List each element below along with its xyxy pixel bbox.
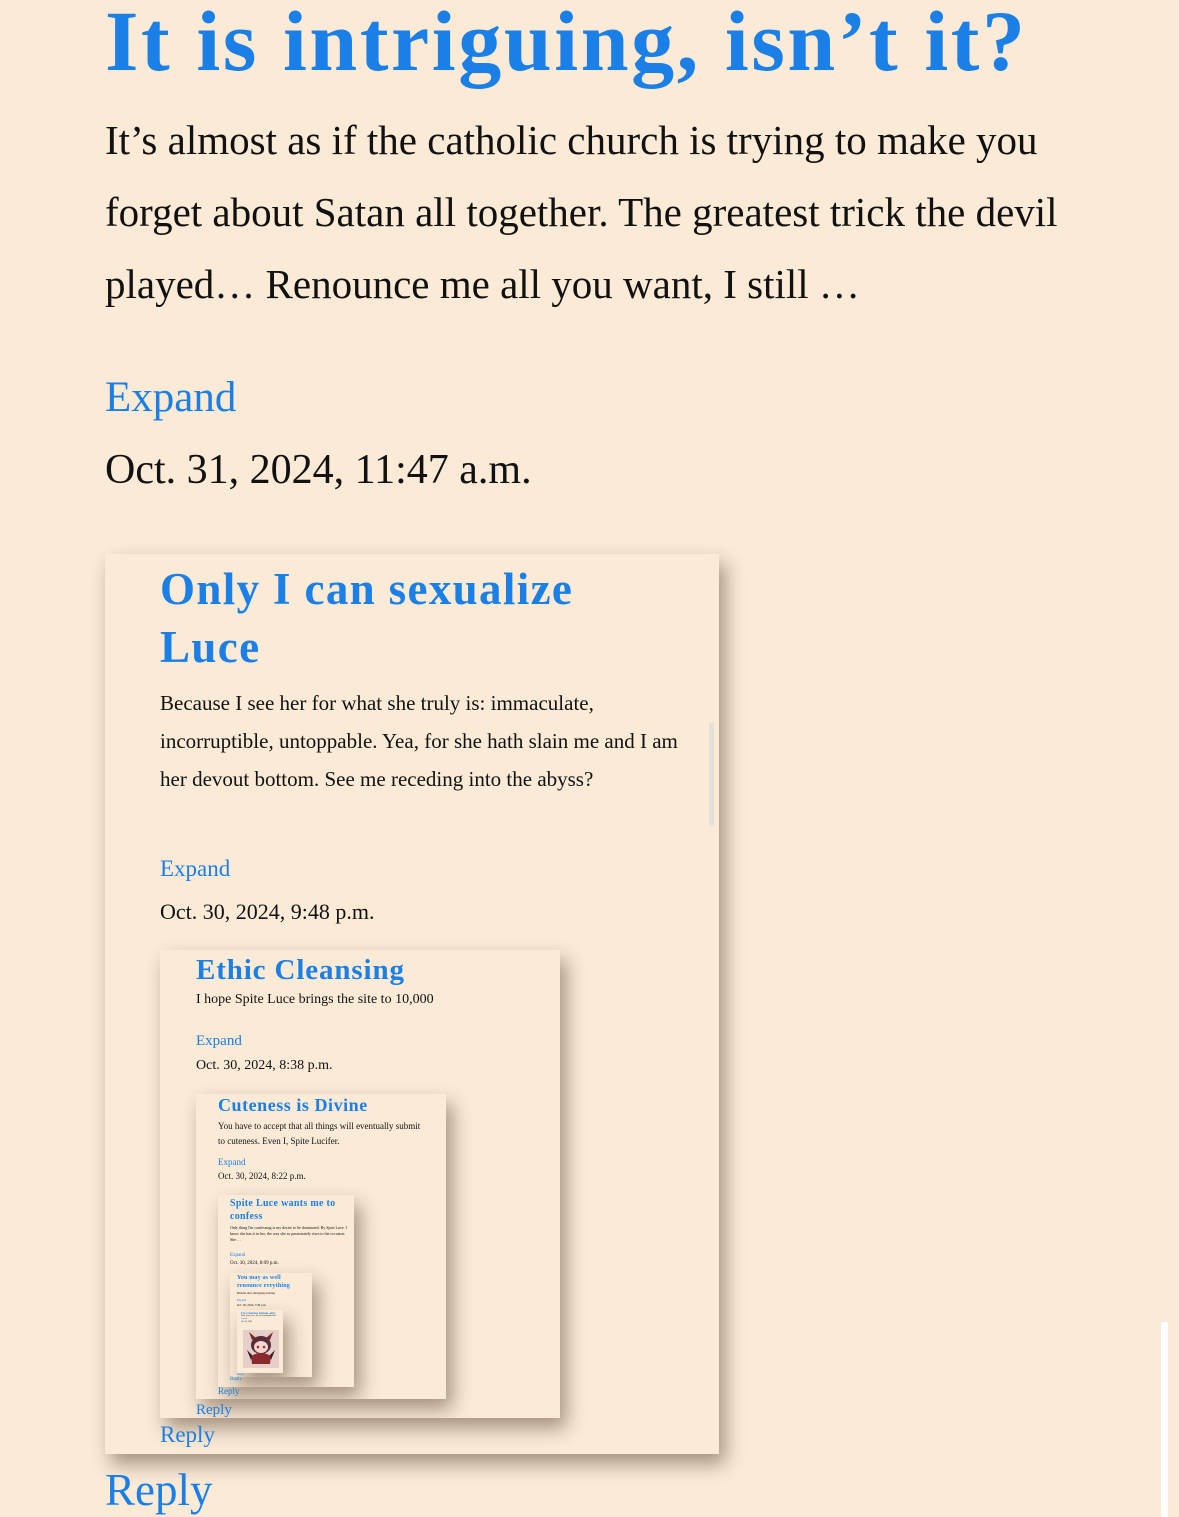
expand-link[interactable]: Expand xyxy=(160,856,230,882)
reply-link[interactable]: Reply xyxy=(105,1462,213,1517)
scrollbar[interactable] xyxy=(709,722,714,826)
post-title[interactable]: It is intriguing, isn’t it? xyxy=(105,0,1155,84)
reply-date: Oct. 30, 2024, 8:09 p.m. xyxy=(230,1261,279,1266)
reply-post-5: You may as well renounce evrything Besid… xyxy=(237,1274,309,1307)
reply-frame-level-2[interactable]: Ethic Cleansing I hope Spite Luce brings… xyxy=(160,950,560,1418)
reply-frame-level-3[interactable]: Cuteness is Divine You have to accept th… xyxy=(196,1094,446,1399)
post-date: Oct. 31, 2024, 11:47 a.m. xyxy=(105,447,532,493)
reply-link[interactable]: Reply xyxy=(230,1377,242,1382)
reply-frame-level-5[interactable]: You may as well renounce evrything Besid… xyxy=(230,1273,312,1377)
reply-date: Oct. 30, 2024, 7:49 p.m. xyxy=(237,1303,267,1307)
expand-link[interactable]: Expand xyxy=(230,1253,245,1258)
reply-title[interactable]: Spite Luce wants me to confess xyxy=(230,1197,350,1223)
reply-post-6: I'm a fearless bottom, ain't Don't you s… xyxy=(241,1311,281,1324)
reply-title[interactable]: Only I can sexualize Luce xyxy=(160,560,640,676)
reply-title[interactable]: Ethic Cleansing xyxy=(196,952,546,988)
reply-date: Oct. 30, 2024 xyxy=(241,1321,252,1323)
reply-date: Oct. 30, 2024, 8:22 p.m. xyxy=(218,1171,306,1181)
post-body: It’s almost as if the catholic church is… xyxy=(105,117,1058,307)
reply-frame-level-1[interactable]: Only I can sexualize Luce Because I see … xyxy=(105,554,719,1454)
reply-date: Oct. 30, 2024, 8:38 p.m. xyxy=(196,1058,333,1073)
chibi-devil-avatar-image xyxy=(243,1330,279,1368)
expand-link[interactable]: Expand xyxy=(237,1298,246,1302)
reply-body: Only thing I'm confessing is my desire t… xyxy=(230,1225,347,1242)
reply-link[interactable]: Reply xyxy=(218,1386,240,1396)
reply-link[interactable]: Reply xyxy=(160,1422,215,1448)
expand-link[interactable]: Expand xyxy=(105,373,236,423)
reply-post-4: Spite Luce wants me to confess Only thin… xyxy=(230,1197,350,1266)
reply-date: Oct. 30, 2024, 9:48 p.m. xyxy=(160,899,375,924)
main-post: It is intriguing, isn’t it? It’s almost … xyxy=(105,0,1155,493)
reply-body: Besides that, intriguing nothing xyxy=(237,1291,275,1295)
expand-link[interactable]: Expand xyxy=(218,1157,246,1167)
reply-frame-level-6[interactable]: I'm a fearless bottom, ain't Don't you s… xyxy=(237,1310,283,1373)
reply-post-3: Cuteness is Divine You have to accept th… xyxy=(218,1094,438,1181)
reply-title[interactable]: You may as well renounce evrything xyxy=(237,1274,307,1290)
reply-title[interactable]: Cuteness is Divine xyxy=(218,1094,438,1116)
reply-post-2: Ethic Cleansing I hope Spite Luce brings… xyxy=(196,952,546,1073)
devil-icon xyxy=(247,1332,275,1364)
reply-post-1: Only I can sexualize Luce Because I see … xyxy=(160,560,700,924)
reply-link[interactable]: Reply xyxy=(196,1402,232,1418)
reply-frame-level-4[interactable]: Spite Luce wants me to confess Only thin… xyxy=(218,1195,354,1387)
expand-link[interactable]: Expand xyxy=(196,1033,242,1050)
reply-body: Because I see her for what she truly is:… xyxy=(160,691,678,791)
page-scrollbar[interactable] xyxy=(1161,1322,1168,1517)
reply-link[interactable]: Reply xyxy=(237,1372,244,1376)
reply-body: You have to accept that all things will … xyxy=(218,1121,421,1146)
reply-body: I hope Spite Luce brings the site to 10,… xyxy=(196,992,434,1007)
